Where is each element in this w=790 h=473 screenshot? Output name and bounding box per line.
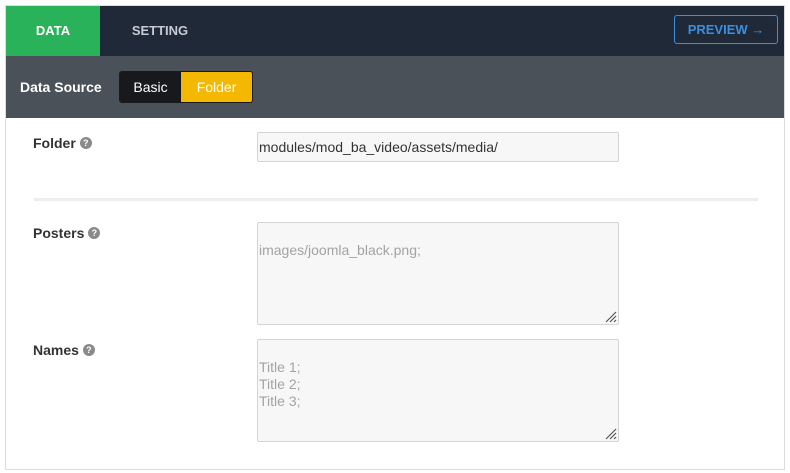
- names-help-icon[interactable]: ?: [82, 344, 95, 356]
- folder-help-icon[interactable]: ?: [79, 137, 92, 149]
- data-source-bar: Data Source Basic Folder: [6, 56, 784, 118]
- tab-data[interactable]: DATA: [6, 6, 100, 65]
- folder-field-label: Folder ?: [33, 135, 92, 151]
- names-textarea[interactable]: Title 1; Title 2; Title 3;: [257, 339, 619, 442]
- module-panel: DATA SETTING PREVIEW → Data Source Basic…: [5, 5, 785, 470]
- names-field-label: Names ?: [33, 342, 95, 358]
- source-folder-button[interactable]: Folder: [181, 72, 252, 102]
- tab-setting[interactable]: SETTING: [113, 6, 207, 56]
- posters-field-label: Posters ?: [33, 225, 101, 241]
- preview-button-label: PREVIEW →: [687, 22, 765, 37]
- posters-help-icon[interactable]: ?: [88, 227, 101, 239]
- source-basic-button[interactable]: Basic: [120, 72, 182, 102]
- names-resize-grip-icon[interactable]: [603, 426, 617, 440]
- names-placeholder: Title 1; Title 2; Title 3;: [259, 359, 301, 409]
- posters-resize-grip-icon[interactable]: [603, 309, 617, 323]
- data-source-toggle: Basic Folder: [119, 71, 253, 103]
- posters-label-text: Posters: [33, 225, 85, 241]
- folder-label-text: Folder: [33, 135, 76, 151]
- section-divider: [34, 198, 758, 201]
- top-tab-bar: DATA SETTING PREVIEW →: [6, 6, 784, 65]
- posters-placeholder: images/joomla_black.png;: [259, 242, 421, 258]
- data-source-label: Data Source: [20, 79, 102, 95]
- tab-data-label: DATA: [35, 23, 71, 38]
- posters-textarea[interactable]: images/joomla_black.png;: [257, 222, 619, 325]
- preview-button[interactable]: PREVIEW →: [674, 15, 778, 44]
- folder-input[interactable]: [257, 132, 619, 162]
- tab-setting-label: SETTING: [131, 23, 189, 38]
- names-label-text: Names: [33, 342, 79, 358]
